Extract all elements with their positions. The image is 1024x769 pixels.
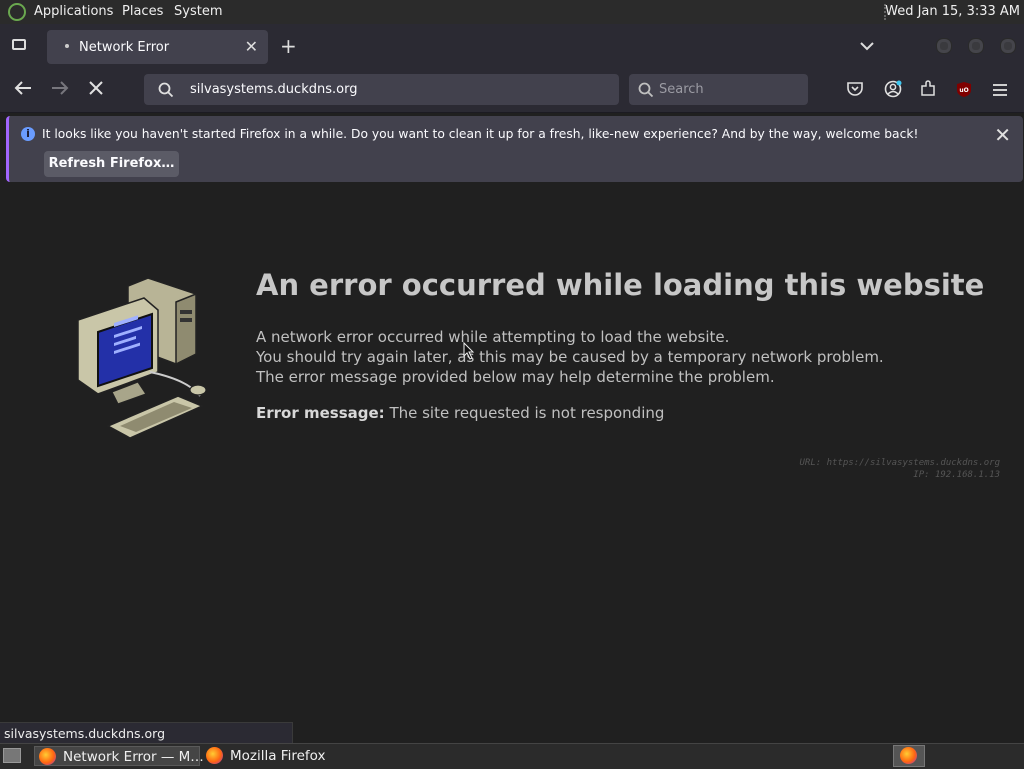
firefox-icon <box>39 748 56 765</box>
extensions-icon[interactable] <box>920 80 937 102</box>
close-notification-icon[interactable]: ✕ <box>994 123 1011 147</box>
tab-close-icon[interactable]: ✕ <box>245 37 258 56</box>
menu-applications[interactable]: Applications <box>34 4 113 19</box>
search-placeholder[interactable]: Search <box>659 82 704 97</box>
error-description-line: The error message provided below may hel… <box>256 368 775 386</box>
tab-network-error[interactable]: Network Error ✕ <box>47 30 268 64</box>
menu-places[interactable]: Places <box>122 4 163 19</box>
search-icon <box>638 82 654 102</box>
minimize-window-button[interactable] <box>936 38 952 54</box>
workspace-switcher[interactable] <box>893 745 925 767</box>
url-bar[interactable]: silvasystems.duckdns.org <box>144 74 619 105</box>
error-url-detail: URL: https://silvasystems.duckdns.org <box>799 458 1000 468</box>
taskbar-item-label: Mozilla Firefox <box>230 748 326 764</box>
firefox-icon <box>206 747 223 764</box>
search-bar[interactable]: Search <box>629 74 808 105</box>
firefox-view-icon[interactable] <box>12 39 26 50</box>
show-desktop-icon[interactable] <box>3 748 21 763</box>
clock[interactable]: Wed Jan 15, 3:33 AM <box>885 4 1020 19</box>
computer-illustration-icon <box>77 277 207 439</box>
error-message: Error message: The site requested is not… <box>256 404 664 422</box>
error-message-label: Error message: <box>256 404 385 422</box>
link-status-tooltip: silvasystems.duckdns.org <box>0 722 293 745</box>
close-window-button[interactable] <box>1000 38 1016 54</box>
status-url: silvasystems.duckdns.org <box>4 726 166 741</box>
tab-loading-icon <box>65 44 69 48</box>
taskbar-item-label: Network Error — M… <box>63 749 204 765</box>
list-all-tabs-icon[interactable] <box>860 36 874 55</box>
new-tab-icon[interactable]: + <box>280 34 297 58</box>
distro-logo-icon[interactable] <box>8 3 26 21</box>
menu-system[interactable]: System <box>174 4 222 19</box>
tab-title: Network Error <box>79 40 170 55</box>
forward-icon[interactable] <box>51 80 69 101</box>
taskbar-item-network-error[interactable]: Network Error — M… <box>34 746 204 766</box>
firefox-icon <box>900 747 917 764</box>
mouse-cursor-icon <box>463 342 475 360</box>
svg-text:uO: uO <box>959 87 968 94</box>
tab-strip: Network Error ✕ + <box>0 24 1024 68</box>
refresh-notification-bar: i It looks like you haven't started Fire… <box>6 116 1023 182</box>
back-icon[interactable] <box>14 80 32 101</box>
navigation-toolbar: silvasystems.duckdns.org Search uO <box>0 68 1024 113</box>
error-message-value: The site requested is not responding <box>389 404 665 422</box>
info-icon: i <box>21 127 35 141</box>
error-description-line: A network error occurred while attemptin… <box>256 328 730 346</box>
ublock-origin-icon[interactable]: uO <box>956 81 972 103</box>
bottom-taskbar: Network Error — M… Mozilla Firefox <box>0 743 1024 769</box>
account-icon[interactable] <box>884 80 902 103</box>
pocket-icon[interactable] <box>847 81 863 101</box>
app-menu-icon[interactable] <box>992 82 1008 102</box>
error-description-line: You should try again later, as this may … <box>256 348 884 366</box>
maximize-window-button[interactable] <box>968 38 984 54</box>
refresh-firefox-button[interactable]: Refresh Firefox… <box>44 151 179 177</box>
stop-loading-icon[interactable] <box>88 80 104 101</box>
taskbar-item-mozilla-firefox[interactable]: Mozilla Firefox <box>202 746 392 766</box>
error-ip-detail: IP: 192.168.1.13 <box>913 470 1000 480</box>
notification-message: It looks like you haven't started Firefo… <box>42 127 919 141</box>
desktop-top-panel: Applications Places System Wed Jan 15, 3… <box>0 0 1024 25</box>
url-text[interactable]: silvasystems.duckdns.org <box>190 82 357 97</box>
error-title: An error occurred while loading this web… <box>256 268 985 302</box>
search-icon <box>158 82 174 102</box>
error-page: An error occurred while loading this web… <box>0 186 1024 741</box>
